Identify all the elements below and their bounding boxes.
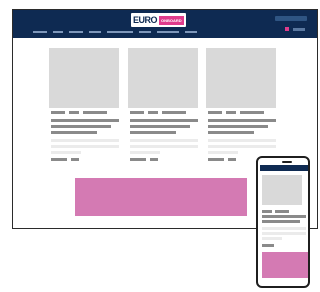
card-text: [130, 139, 198, 142]
card-title: [51, 131, 97, 134]
card-meta: [130, 111, 144, 114]
card-price: [150, 158, 158, 161]
phone-product-image[interactable]: [262, 175, 302, 205]
card-title: [208, 125, 268, 128]
site-header: EURO ONBOARD: [13, 10, 317, 38]
card-meta: [148, 111, 158, 114]
product-card[interactable]: [128, 48, 198, 161]
card-text: [51, 145, 119, 148]
nav-item[interactable]: [185, 31, 197, 33]
product-image: [49, 48, 119, 108]
nav-item[interactable]: [33, 31, 47, 33]
nav-item[interactable]: [139, 31, 151, 33]
card-text: [208, 145, 276, 148]
brand-logo[interactable]: EURO ONBOARD: [131, 13, 186, 27]
card-text: [208, 139, 276, 142]
product-image: [128, 48, 198, 108]
card-meta: [162, 111, 186, 114]
product-card[interactable]: [206, 48, 276, 161]
phone-text: [262, 232, 306, 235]
product-card[interactable]: [49, 48, 119, 161]
card-text: [51, 151, 81, 154]
card-title: [130, 119, 198, 122]
phone-title: [262, 215, 306, 218]
nav-item[interactable]: [53, 31, 63, 33]
phone-title: [262, 220, 300, 223]
card-meta: [51, 111, 65, 114]
nav-item[interactable]: [107, 31, 133, 33]
card-meta: [69, 111, 79, 114]
card-title: [130, 131, 176, 134]
phone-header: [260, 165, 308, 171]
card-title: [208, 119, 276, 122]
card-meta: [240, 111, 264, 114]
promo-banner[interactable]: [75, 178, 247, 216]
phone-notch: [282, 161, 292, 163]
card-title: [51, 125, 111, 128]
phone-promo-banner[interactable]: [262, 252, 308, 278]
account-icon[interactable]: [293, 28, 305, 31]
nav-item[interactable]: [69, 31, 83, 33]
phone-text: [262, 227, 306, 230]
phone-meta: [262, 210, 272, 213]
card-text: [130, 151, 160, 154]
phone-meta: [275, 210, 289, 213]
card-price: [228, 158, 236, 161]
card-title: [130, 125, 190, 128]
logo-tag: ONBOARD: [159, 15, 184, 25]
search-icon[interactable]: [275, 16, 307, 21]
phone-mockup: [256, 156, 310, 288]
card-title: [208, 131, 254, 134]
phone-text: [262, 237, 282, 240]
phone-price: [262, 244, 274, 247]
card-title: [51, 119, 119, 122]
card-meta: [83, 111, 107, 114]
cart-icon[interactable]: [285, 27, 289, 31]
product-image: [206, 48, 276, 108]
nav-item[interactable]: [157, 31, 179, 33]
card-price: [208, 158, 224, 161]
card-price: [130, 158, 146, 161]
card-text: [130, 145, 198, 148]
card-meta: [208, 111, 222, 114]
card-price: [51, 158, 67, 161]
card-text: [208, 151, 238, 154]
card-meta: [226, 111, 236, 114]
logo-text: EURO: [133, 15, 158, 25]
nav-item[interactable]: [89, 31, 101, 33]
card-price: [71, 158, 79, 161]
card-text: [51, 139, 119, 142]
